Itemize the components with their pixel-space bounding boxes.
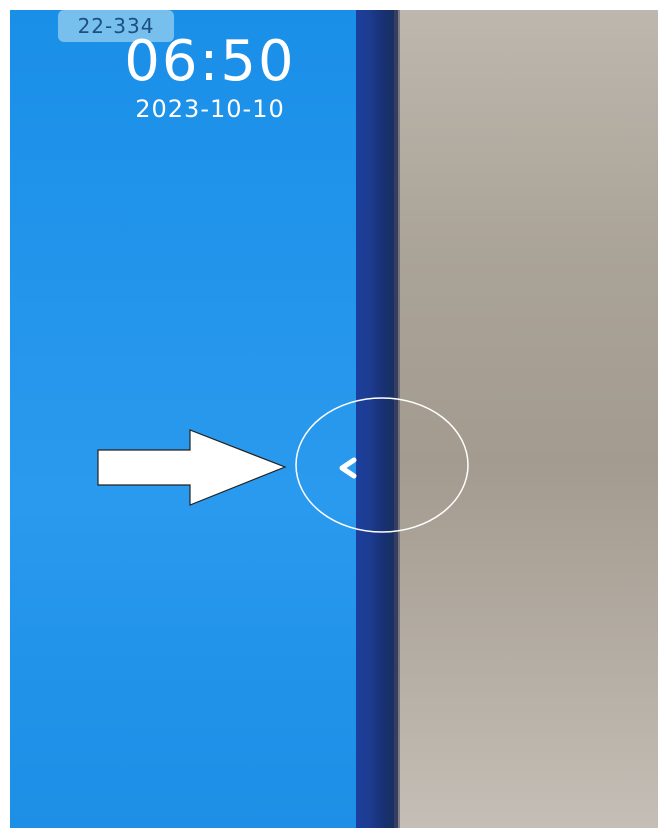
highlight-circle [295,397,469,533]
chevron-left-icon[interactable] [339,457,357,479]
photo: 22-334 06:50 2023-10-10 [10,10,658,828]
arrow-right-icon [97,429,287,506]
annotation-layer [97,397,469,533]
